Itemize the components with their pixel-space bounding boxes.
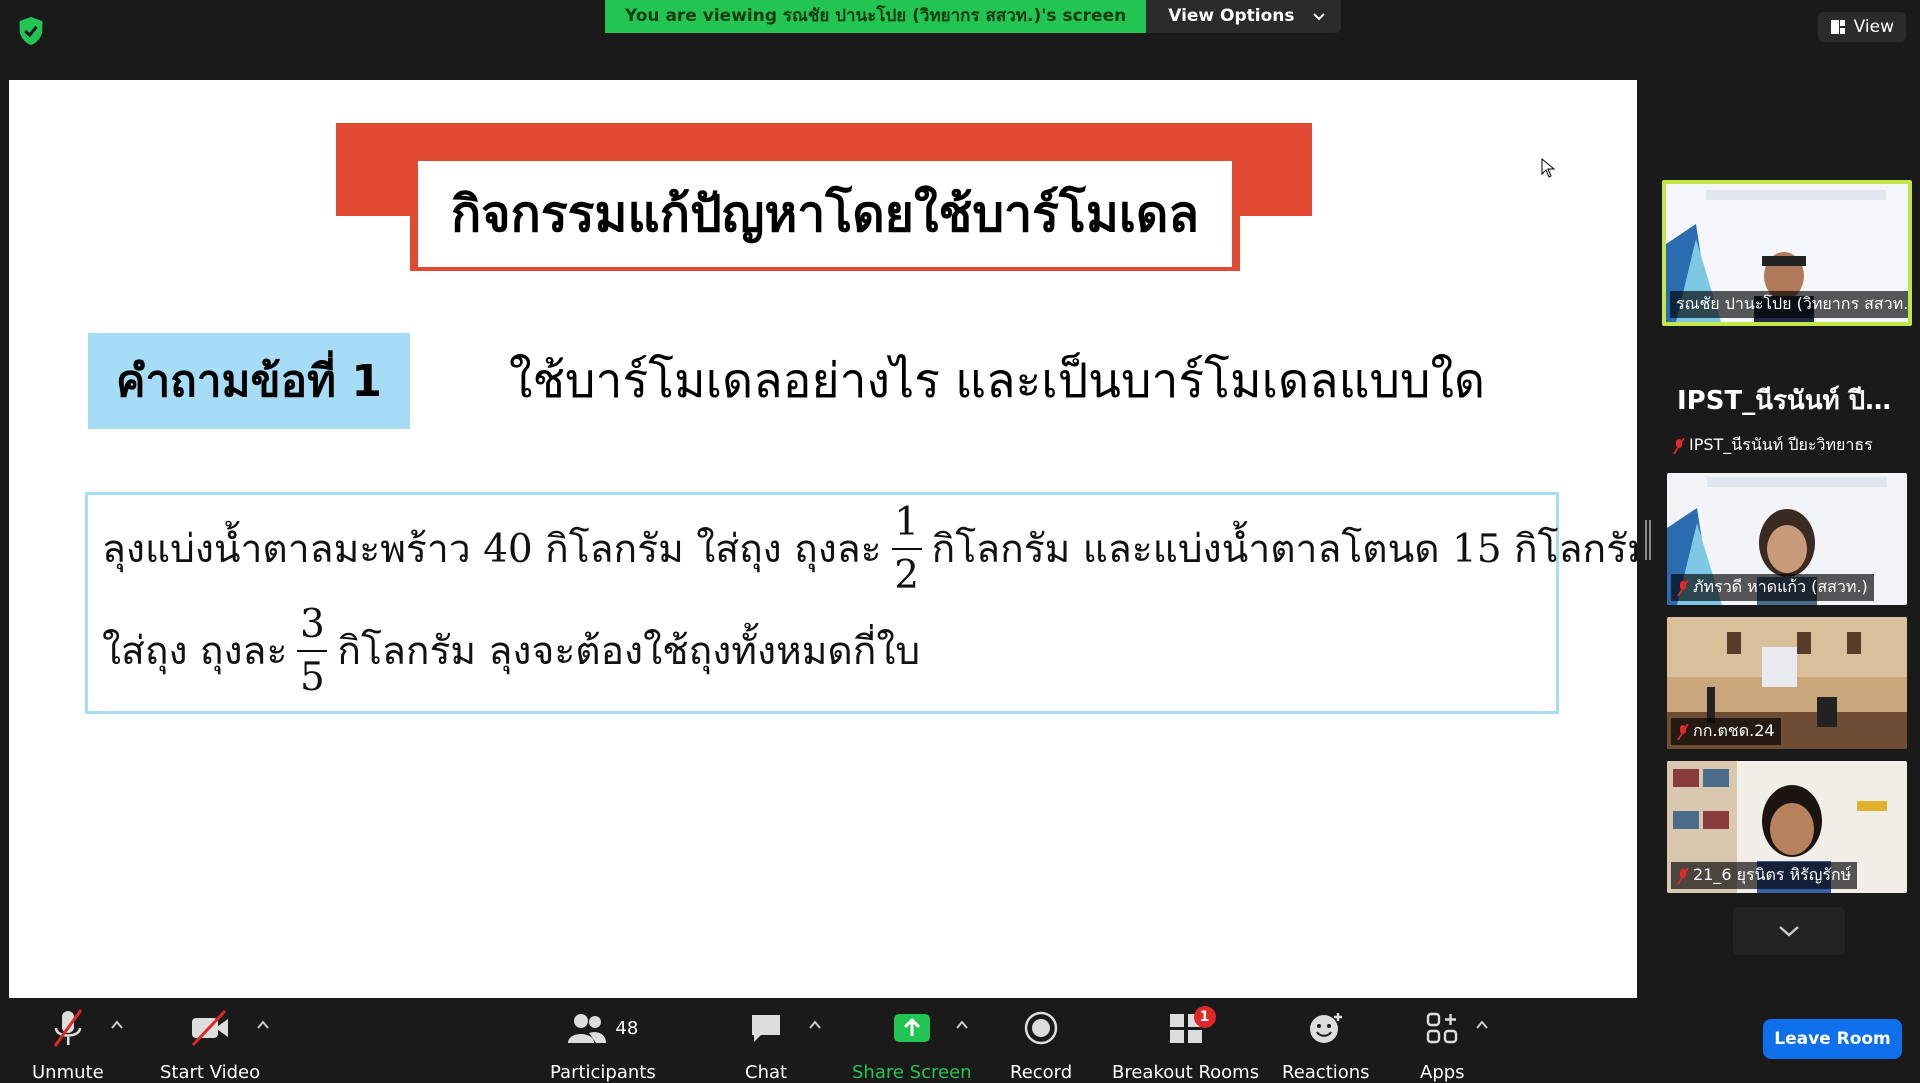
- screen-share-banner: You are viewing รณชัย ปานะโปย (วิทยากร ส…: [605, 0, 1341, 33]
- slide-title: กิจกรรมแก้ปัญหาโดยใช้บาร์โมเดล: [418, 161, 1232, 267]
- video-tile-active-speaker[interactable]: รณชัย ปานะโปย (วิทยากร สสวท.): [1662, 180, 1912, 326]
- record-button[interactable]: Record: [1010, 1008, 1072, 1083]
- muted-mic-icon: [1677, 867, 1689, 884]
- participants-icon: [568, 1014, 607, 1043]
- participant-name-label: IPST_นีรนันท์ ปียะวิทยาธร: [1667, 432, 1879, 459]
- question-text: ใช้บาร์โมเดลอย่างไร และเป็นบาร์โมเดลแบบใ…: [509, 353, 1486, 409]
- unmute-button[interactable]: Unmute: [32, 1008, 104, 1083]
- fraction-one-half: 1 2: [891, 500, 922, 598]
- fraction-denominator: 5: [299, 655, 325, 700]
- start-video-button[interactable]: Start Video: [160, 1008, 260, 1083]
- record-icon: [1024, 1011, 1058, 1045]
- chevron-down-icon: [1312, 12, 1325, 20]
- share-screen-button[interactable]: Share Screen: [852, 1008, 972, 1083]
- fraction-denominator: 2: [894, 553, 920, 598]
- video-tile-participant[interactable]: กก.ตชด.24: [1667, 617, 1907, 749]
- participants-count: 48: [615, 1017, 639, 1039]
- fraction-three-fifths: 3 5: [297, 602, 328, 700]
- chat-bubble-icon: [752, 1015, 781, 1042]
- chat-options-caret-icon[interactable]: [808, 1018, 822, 1032]
- participant-name-label: 21_6 ยุรนิตร หิรัญรักษ์: [1671, 862, 1858, 889]
- muted-mic-icon: [1673, 437, 1685, 454]
- question-label: คำถามข้อที่ 1: [88, 333, 410, 429]
- participant-name: กก.ตชด.24: [1693, 721, 1775, 740]
- video-options-caret-icon[interactable]: [256, 1018, 270, 1032]
- view-options-label: View Options: [1168, 6, 1295, 26]
- scroll-down-button[interactable]: [1733, 907, 1845, 955]
- breakout-rooms-badge: 1: [1193, 1006, 1216, 1028]
- problem-line-2: ใส่ถุง ถุงละ 3 5 กิโลกรัม ลุงจะต้องใช้ถุ…: [102, 605, 920, 697]
- view-layout-button[interactable]: View: [1817, 12, 1906, 42]
- leave-room-button[interactable]: Leave Room: [1763, 1019, 1902, 1059]
- reactions-button[interactable]: Reactions: [1282, 1008, 1370, 1083]
- participant-name-label: รณชัย ปานะโปย (วิทยากร สสวท.): [1670, 291, 1910, 318]
- share-screen-arrow-icon: [893, 1014, 930, 1042]
- chevron-down-icon: [1779, 926, 1799, 937]
- participant-name: รณชัย ปานะโปย (วิทยากร สสวท.): [1676, 294, 1910, 313]
- muted-mic-icon: [1677, 723, 1689, 740]
- problem-text: ลุงแบ่งน้ำตาลมะพร้าว 40 กิโลกรัม ใส่ถุง …: [102, 527, 882, 572]
- chat-button[interactable]: Chat: [745, 1008, 787, 1083]
- muted-mic-icon: [1677, 579, 1689, 596]
- video-tile-participant[interactable]: IPST_นีรนันท์ ปียะวิทยาธร IPST_นีรนันท์ …: [1667, 335, 1907, 467]
- view-options-button[interactable]: View Options: [1146, 0, 1341, 33]
- panel-resize-handle[interactable]: [1645, 520, 1651, 560]
- video-tile-participant[interactable]: ภัทรวดี หาดแก้ว (สสวท.): [1667, 473, 1907, 605]
- participant-name: ภัทรวดี หาดแก้ว (สสวท.): [1693, 577, 1868, 596]
- participant-name: 21_6 ยุรนิตร หิรัญรักษ์: [1693, 865, 1852, 884]
- mouse-cursor-icon: [1541, 158, 1556, 178]
- problem-text: ใส่ถุง ถุงละ: [102, 629, 288, 674]
- participant-name: IPST_นีรนันท์ ปียะวิทยาธร: [1689, 435, 1873, 454]
- viewing-screen-text: You are viewing รณชัย ปานะโปย (วิทยากร ส…: [605, 0, 1147, 33]
- shared-slide: กิจกรรมแก้ปัญหาโดยใช้บาร์โมเดล คำถามข้อท…: [9, 80, 1637, 998]
- reactions-smiley-icon: [1309, 1013, 1342, 1043]
- apps-options-caret-icon[interactable]: [1475, 1018, 1489, 1032]
- view-label: View: [1853, 17, 1894, 37]
- grid-layout-icon: [1830, 20, 1845, 34]
- participant-name-label: ภัทรวดี หาดแก้ว (สสวท.): [1671, 574, 1874, 601]
- audio-options-caret-icon[interactable]: [110, 1018, 124, 1032]
- video-tile-participant[interactable]: 21_6 ยุรนิตร หิรัญรักษ์: [1667, 761, 1907, 893]
- muted-microphone-icon: [53, 1009, 83, 1047]
- problem-line-1: ลุงแบ่งน้ำตาลมะพร้าว 40 กิโลกรัม ใส่ถุง …: [102, 503, 1637, 595]
- participant-name-large: IPST_นีรนันท์ ปียะวิทยาธร: [1677, 386, 1905, 416]
- video-off-icon: [191, 1009, 229, 1047]
- apps-grid-icon: [1427, 1012, 1458, 1044]
- participants-button[interactable]: 48 Participants: [550, 1008, 656, 1083]
- fraction-numerator: 1: [894, 500, 920, 545]
- share-options-caret-icon[interactable]: [955, 1018, 969, 1032]
- apps-button[interactable]: Apps: [1420, 1008, 1465, 1083]
- problem-box: ลุงแบ่งน้ำตาลมะพร้าว 40 กิโลกรัม ใส่ถุง …: [85, 492, 1637, 714]
- fraction-numerator: 3: [299, 602, 325, 647]
- breakout-rooms-button[interactable]: 1 Breakout Rooms: [1112, 1006, 1259, 1083]
- problem-text: กิโลกรัม ลุงจะต้องใช้ถุงทั้งหมดกี่ใบ: [337, 629, 921, 674]
- participant-name-label: กก.ตชด.24: [1671, 718, 1781, 745]
- security-shield-icon[interactable]: [14, 14, 48, 48]
- problem-text: กิโลกรัม และแบ่งน้ำตาลโตนด 15 กิโลกรัม: [931, 527, 1637, 572]
